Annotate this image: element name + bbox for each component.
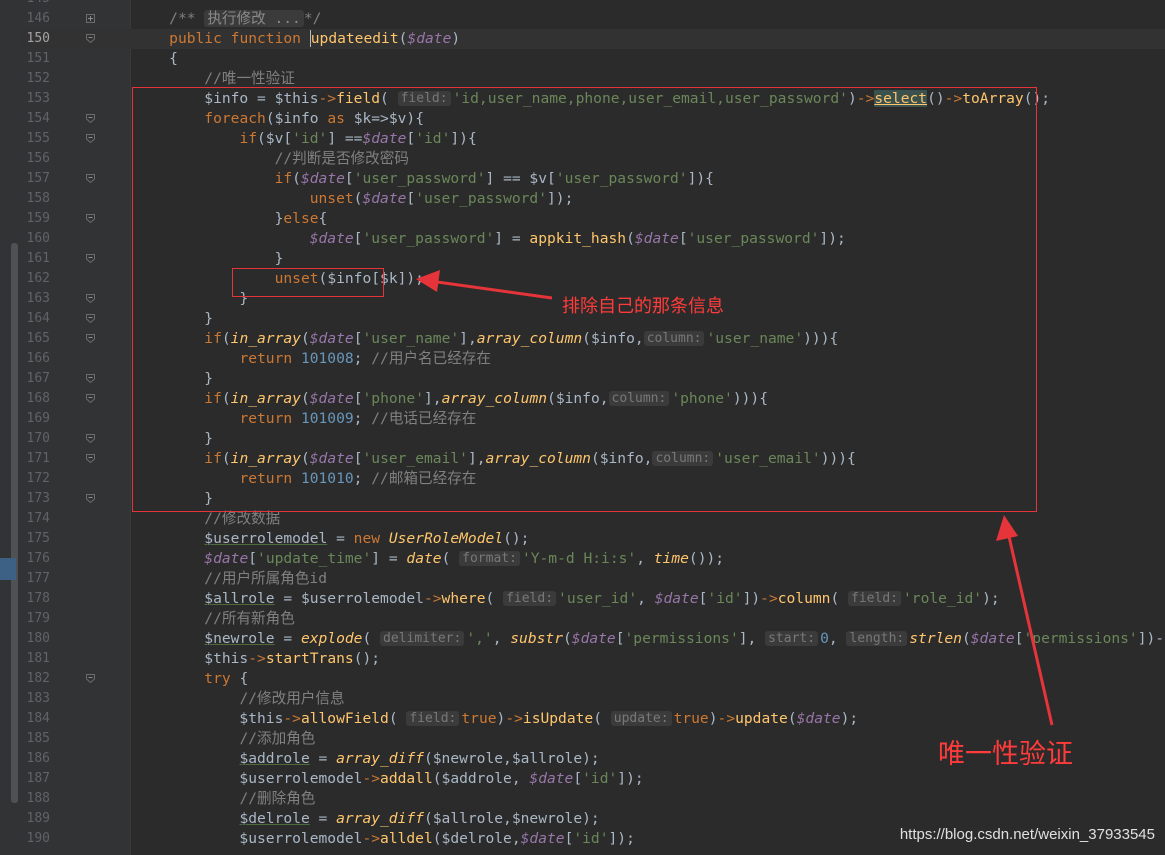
arrow-unique xyxy=(1006,531,1054,726)
annotation-note-unique: 唯一性验证 xyxy=(938,739,1073,770)
annotation-note-unset: 排除自己的那条信息 xyxy=(562,296,724,317)
annotation-arrows xyxy=(416,270,1054,726)
arrow-unique-head xyxy=(996,515,1018,541)
watermark: https://blog.csdn.net/weixin_37933545 xyxy=(899,826,1155,843)
arrow-unset-head xyxy=(416,270,440,292)
arrow-unset xyxy=(429,279,553,300)
